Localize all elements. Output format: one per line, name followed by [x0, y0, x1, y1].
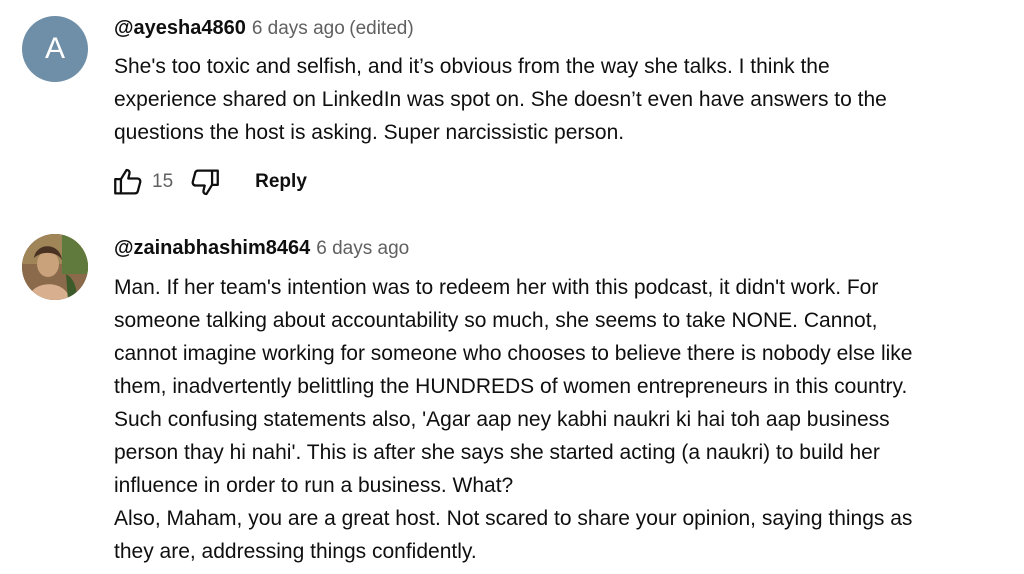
comment-header: @zainabhashim8464 6 days ago: [114, 236, 409, 262]
comment-text-line: Man. If her team's intention was to rede…: [114, 276, 879, 299]
thumb-down-icon: [191, 169, 220, 196]
reply-button[interactable]: Reply: [255, 171, 307, 193]
comment-text-line: someone talking about accountability so …: [114, 309, 878, 332]
comment-text-line: questions the host is asking. Super narc…: [114, 121, 625, 144]
comment-text-line: they are, addressing things confidently.: [114, 540, 477, 563]
like-count: 15: [152, 171, 174, 192]
comment-timestamp[interactable]: 6 days ago: [316, 238, 409, 259]
comment-header: @ayesha4860 6 days ago (edited): [114, 16, 414, 42]
comment-text-line: experience shared on LinkedIn was spot o…: [114, 88, 887, 111]
avatar[interactable]: [22, 234, 88, 300]
comment-thread-item: @zainabhashim8464 6 days ago Man. If her …: [0, 215, 1024, 574]
avatar[interactable]: A: [22, 16, 88, 82]
edited-label: (edited): [349, 18, 414, 39]
comment-text-line: Also, Maham, you are a great host. Not s…: [114, 507, 913, 530]
comment-text-line: cannot imagine working for someone who c…: [114, 342, 913, 365]
avatar-photo: [22, 234, 88, 300]
comment-action-bar: 15 Reply: [108, 160, 307, 204]
author-name[interactable]: @ayesha4860: [114, 17, 246, 39]
comment-timestamp[interactable]: 6 days ago: [252, 18, 345, 39]
comment-text-line: Such confusing statements also, 'Agar aa…: [114, 408, 890, 431]
comment-text: Man. If her team's intention was to rede…: [114, 271, 1014, 568]
comment-text-line: influence in order to run a business. Wh…: [114, 474, 514, 497]
author-name[interactable]: @zainabhashim8464: [114, 237, 310, 259]
dislike-button[interactable]: [185, 162, 225, 202]
comment-text-line: She's too toxic and selfish, and it’s ob…: [114, 55, 830, 78]
comment-text-line: person thay hi nahi'. This is after she …: [114, 441, 880, 464]
like-button[interactable]: [108, 162, 148, 202]
comment-thread-item: A @ayesha4860 6 days ago (edited) She's t…: [0, 0, 1024, 215]
thumb-up-icon: [114, 168, 142, 195]
comment-text-line: them, inadvertently belittling the HUNDR…: [114, 375, 908, 398]
comment-text: She's too toxic and selfish, and it’s ob…: [114, 50, 1014, 149]
